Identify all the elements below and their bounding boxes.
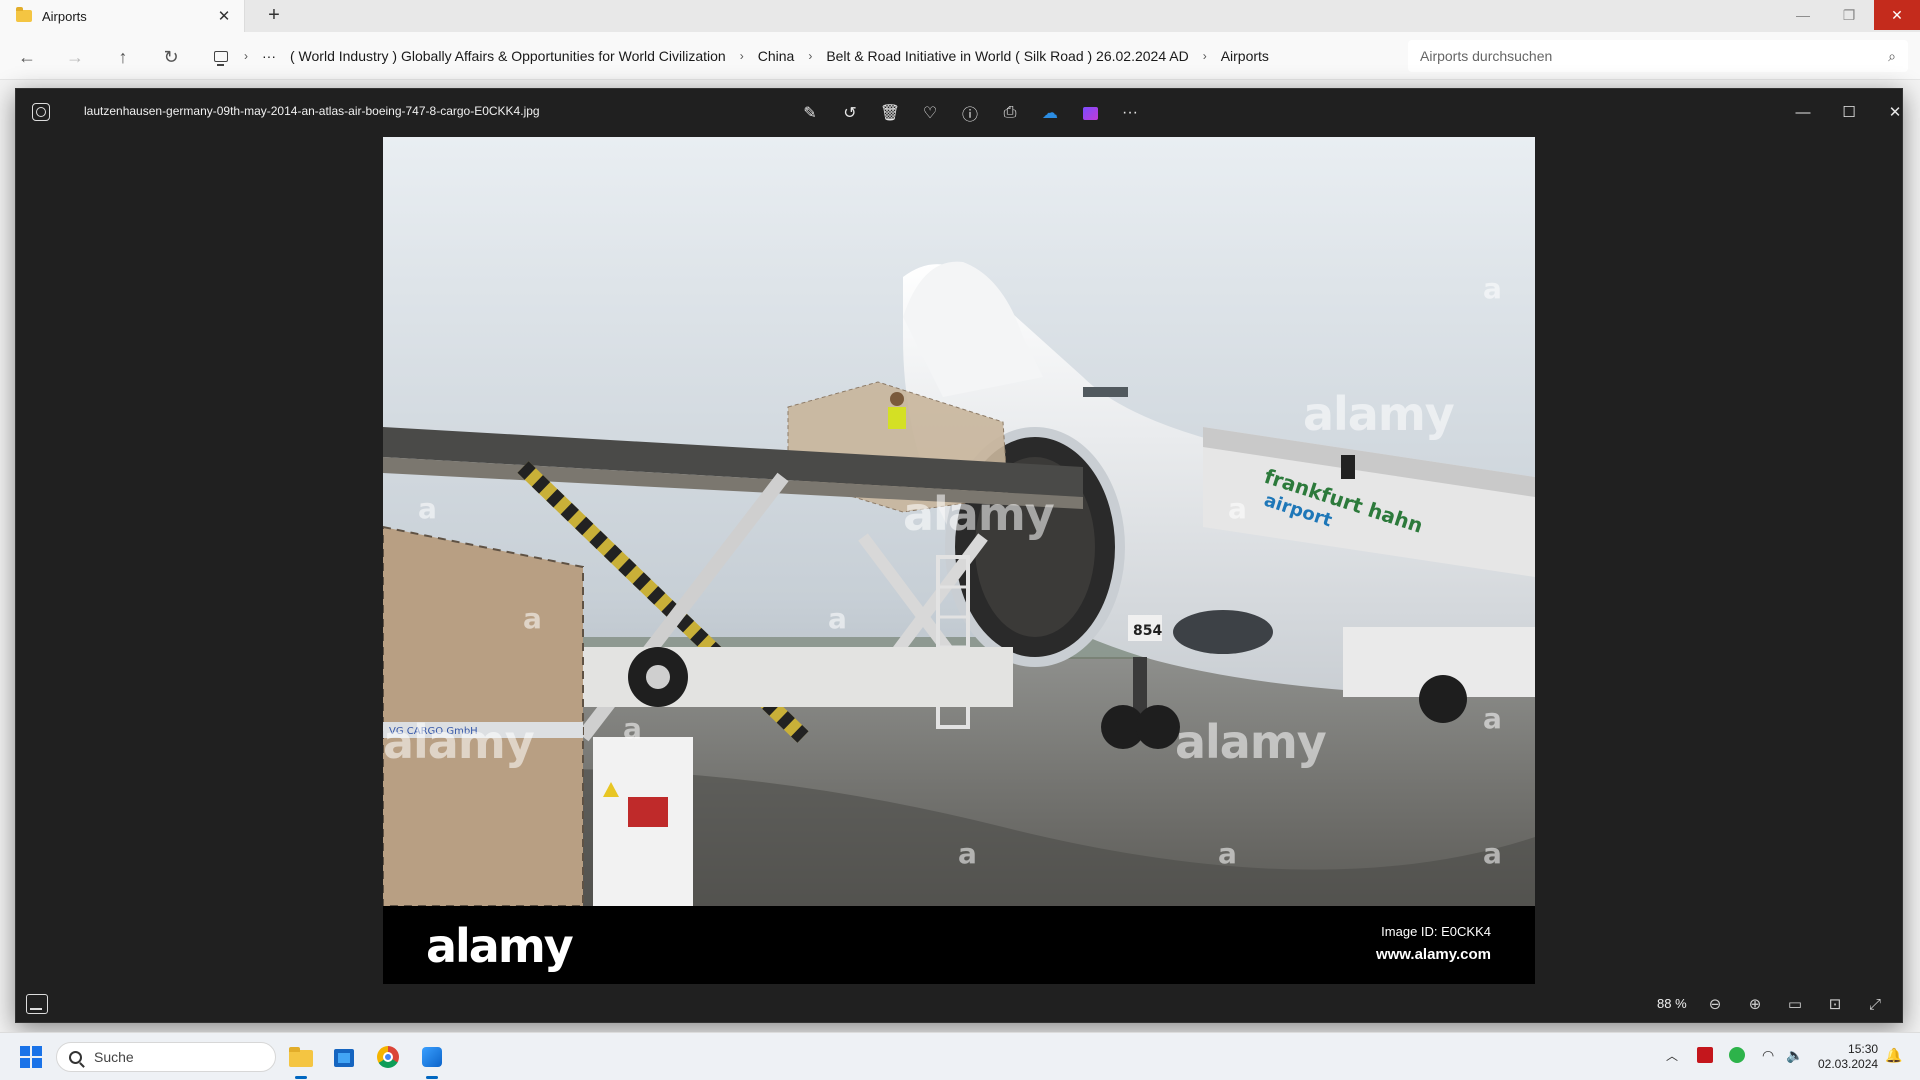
chevron-right-icon[interactable]: ›	[740, 49, 744, 63]
chevron-right-icon[interactable]: ›	[808, 49, 812, 63]
search-icon[interactable]: ⌕	[1888, 48, 1896, 65]
volume-icon[interactable]: 🔈	[1786, 1047, 1803, 1064]
chrome-icon[interactable]	[372, 1041, 404, 1073]
system-clock[interactable]: 15:30 02.03.2024	[1818, 1042, 1878, 1072]
watermark-small: a	[828, 602, 847, 635]
favorite-heart-icon[interactable]: ♡	[916, 99, 944, 127]
security-tray-icon[interactable]	[1729, 1047, 1745, 1063]
forward-button[interactable]: →	[60, 42, 90, 72]
rotate-icon[interactable]: ↺	[836, 99, 864, 127]
tab-title: Airports	[42, 8, 87, 24]
notification-bell-icon[interactable]: 🔔	[1885, 1047, 1902, 1064]
zoom-level[interactable]: 88 %	[1657, 996, 1687, 1011]
new-tab-button[interactable]: +	[262, 4, 286, 28]
watermark: alamy	[1303, 387, 1455, 441]
stock-photo-footer: alamy Image ID: E0CKK4 www.alamy.com	[383, 906, 1535, 984]
watermark: alamy	[903, 487, 1055, 541]
zoom-in-icon[interactable]: ⊕	[1741, 992, 1769, 1016]
gear-number-label: 854	[1133, 623, 1162, 639]
site-url-label: www.alamy.com	[1375, 946, 1491, 963]
file-name: lautzenhausen-germany-09th-may-2014-an-a…	[84, 104, 540, 118]
photos-app-taskbar-icon[interactable]	[416, 1041, 448, 1079]
watermark-small: a	[623, 712, 642, 745]
breadcrumb-item-belt-road[interactable]: Belt & Road Initiative in World ( Silk R…	[826, 48, 1188, 64]
breadcrumb: › ··· ( World Industry ) Globally Affair…	[214, 40, 1414, 72]
viewer-minimize-icon[interactable]: —	[1783, 97, 1823, 127]
more-breadcrumbs-icon[interactable]: ···	[262, 48, 276, 64]
clock-date: 02.03.2024	[1818, 1057, 1879, 1071]
chevron-right-icon[interactable]: ›	[1203, 49, 1207, 63]
search-icon	[69, 1050, 82, 1064]
taskbar-search-label: Suche	[94, 1049, 134, 1065]
clock-time: 15:30	[1848, 1042, 1879, 1056]
explorer-tab-bar: Airports ✕ + — ❐ ✕	[0, 0, 1920, 32]
file-info-icon[interactable]: ⓘ	[956, 99, 984, 127]
start-windows-icon[interactable]	[20, 1046, 42, 1068]
explorer-content-edge	[0, 81, 15, 1026]
search-placeholder: Airports durchsuchen	[1420, 48, 1553, 64]
chevron-right-icon[interactable]: ›	[244, 49, 248, 63]
breadcrumb-item-china[interactable]: China	[758, 48, 795, 64]
taskbar-search[interactable]: Suche	[56, 1042, 276, 1072]
viewer-maximize-icon[interactable]: ☐	[1829, 97, 1869, 127]
print-icon[interactable]: ⎙	[996, 99, 1024, 127]
alamy-logo: alamy	[426, 919, 574, 973]
restore-icon[interactable]: ❐	[1826, 0, 1872, 30]
filmstrip-icon[interactable]	[26, 994, 48, 1014]
microsoft-store-icon[interactable]	[328, 1041, 360, 1073]
breadcrumb-item-world-industry[interactable]: ( World Industry ) Globally Affairs & Op…	[290, 48, 726, 64]
folder-icon	[16, 7, 32, 22]
watermark: alamy	[1175, 715, 1327, 769]
this-pc-icon[interactable]	[214, 50, 228, 66]
watermark-small: a	[958, 837, 977, 870]
close-window-button[interactable]: ✕	[1874, 0, 1920, 30]
zoom-out-icon[interactable]: ⊖	[1701, 992, 1729, 1016]
displayed-photo: 854 VG CARGO GmbH frankfurt hahn airport…	[383, 137, 1535, 984]
onedrive-cloud-icon[interactable]: ☁	[1036, 99, 1064, 127]
address-bar: ← → ↑ ↻ › ··· ( World Industry ) Globall…	[0, 32, 1920, 80]
watermark-small: a	[1218, 837, 1237, 870]
watermark: alamy	[383, 715, 535, 769]
image-id-label: Image ID: E0CKK4	[1381, 924, 1491, 939]
tab-airports[interactable]: Airports ✕	[0, 0, 245, 32]
chevron-up-icon[interactable]: ︿	[1666, 1047, 1678, 1064]
file-explorer-icon[interactable]	[285, 1041, 317, 1079]
wifi-icon[interactable]: ◠	[1762, 1047, 1774, 1064]
delete-icon[interactable]: 🗑	[876, 99, 904, 127]
watermark-small: a	[1483, 272, 1502, 305]
more-options-icon[interactable]: ···	[1116, 99, 1144, 127]
up-button[interactable]: ↑	[108, 42, 138, 72]
edit-image-icon[interactable]: ✎	[796, 99, 824, 127]
actual-size-icon[interactable]: ⊡	[1821, 992, 1849, 1016]
photo-viewer-window: lautzenhausen-germany-09th-may-2014-an-a…	[15, 88, 1903, 1023]
acrobat-tray-icon[interactable]	[1697, 1047, 1713, 1063]
viewer-toolbar: ✎ ↺ 🗑 ♡ ⓘ ⎙ ☁ ···	[796, 99, 1144, 127]
watermark-small: a	[1228, 492, 1247, 525]
refresh-button[interactable]: ↻	[156, 42, 186, 72]
fit-to-window-icon[interactable]: ▭	[1781, 992, 1809, 1016]
search-input[interactable]: Airports durchsuchen ⌕	[1408, 40, 1908, 72]
watermark-small: a	[418, 492, 437, 525]
clipchamp-icon[interactable]	[1076, 99, 1104, 127]
back-button[interactable]: ←	[12, 42, 42, 72]
viewer-title-bar: lautzenhausen-germany-09th-may-2014-an-a…	[16, 89, 1904, 136]
photos-app-icon	[32, 103, 50, 121]
watermark-small: a	[1483, 837, 1502, 870]
breadcrumb-item-airports[interactable]: Airports	[1221, 48, 1269, 64]
minimize-icon[interactable]: —	[1780, 0, 1826, 30]
watermark-small: a	[523, 602, 542, 635]
fullscreen-icon[interactable]: ⤢	[1861, 992, 1889, 1016]
watermark-small: a	[1483, 702, 1502, 735]
close-tab-icon[interactable]: ✕	[214, 7, 234, 25]
viewer-bottom-bar: 88 % ⊖ ⊕ ▭ ⊡ ⤢	[16, 984, 1904, 1024]
viewer-close-icon[interactable]: ✕	[1875, 97, 1915, 127]
taskbar: Suche ︿ ◠ 🔈 15:30 02.03.2024 🔔	[0, 1032, 1920, 1080]
